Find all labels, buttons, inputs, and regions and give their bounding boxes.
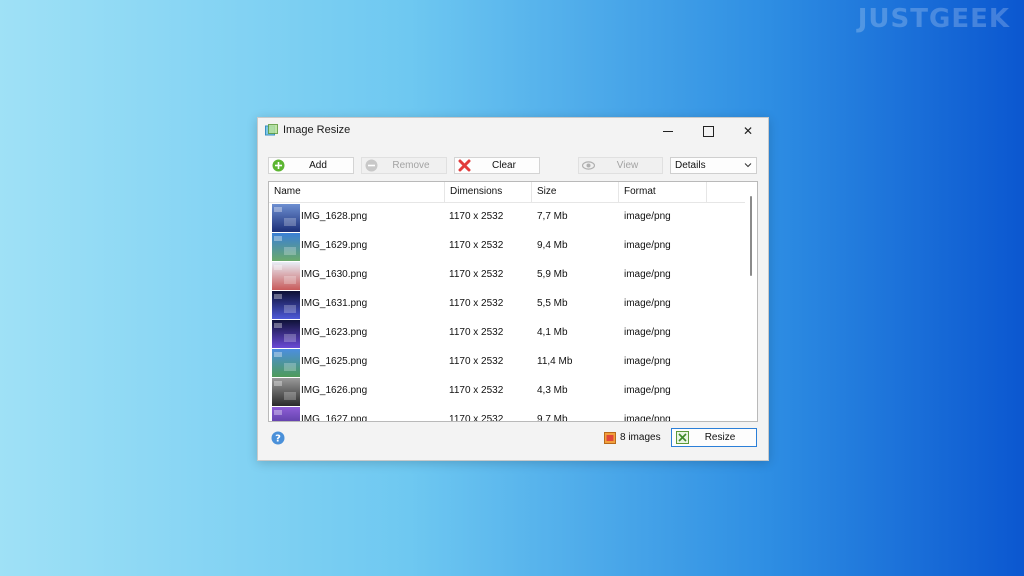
cell-size: 4,1 Mb [537, 327, 568, 338]
column-header-size[interactable]: Size [532, 182, 619, 202]
help-icon[interactable]: ? [271, 431, 285, 445]
column-header-name[interactable]: Name [269, 182, 445, 202]
cell-dimensions: 1170 x 2532 [449, 211, 504, 222]
cell-size: 5,5 Mb [537, 298, 568, 309]
justgeek-watermark: JUSTGEEK [857, 4, 1010, 34]
clear-button[interactable]: Clear [454, 157, 540, 174]
window-title: Image Resize [283, 124, 351, 136]
maximize-icon [702, 126, 714, 138]
image-stack-icon [604, 432, 616, 444]
cell-dimensions: 1170 x 2532 [449, 385, 504, 396]
image-resize-window: Image Resize ✕ Add Remove Clear View Det… [257, 117, 769, 461]
cell-name: IMG_1623.png [301, 327, 368, 338]
cell-name: IMG_1626.png [301, 385, 368, 396]
cell-name: IMG_1630.png [301, 269, 368, 280]
image-thumbnail [272, 407, 300, 421]
table-row[interactable]: IMG_1630.png 1170 x 2532 5,9 Mb image/png [269, 261, 747, 290]
table-row[interactable]: IMG_1628.png 1170 x 2532 7,7 Mb image/png [269, 203, 747, 232]
cell-name: IMG_1631.png [301, 298, 368, 309]
chevron-down-icon [744, 163, 752, 168]
view-mode-value: Details [675, 160, 706, 171]
cell-name: IMG_1629.png [301, 240, 368, 251]
list-header: Name Dimensions Size Format [269, 182, 747, 203]
table-row[interactable]: IMG_1629.png 1170 x 2532 9,4 Mb image/png [269, 232, 747, 261]
clear-button-label: Clear [492, 160, 516, 171]
minimize-button[interactable] [648, 118, 688, 144]
app-icon [265, 124, 278, 136]
table-row[interactable]: IMG_1627.png 1170 x 2532 9,7 Mb image/png [269, 406, 747, 422]
cell-size: 9,4 Mb [537, 240, 568, 251]
image-thumbnail [272, 204, 300, 232]
cell-format: image/png [624, 385, 671, 396]
cell-format: image/png [624, 327, 671, 338]
cell-name: IMG_1625.png [301, 356, 368, 367]
image-thumbnail [272, 349, 300, 377]
cell-format: image/png [624, 269, 671, 280]
close-button[interactable]: ✕ [728, 118, 768, 144]
image-count-label: 8 images [620, 432, 661, 443]
column-header-format[interactable]: Format [619, 182, 707, 202]
remove-button[interactable]: Remove [361, 157, 447, 174]
cell-dimensions: 1170 x 2532 [449, 269, 504, 280]
cell-format: image/png [624, 240, 671, 251]
list-rows: IMG_1628.png 1170 x 2532 7,7 Mb image/png IM… [269, 203, 747, 422]
table-row[interactable]: IMG_1625.png 1170 x 2532 11,4 Mb image/png [269, 348, 747, 377]
image-thumbnail [272, 291, 300, 319]
cell-format: image/png [624, 414, 671, 422]
title-bar: Image Resize ✕ [258, 118, 768, 144]
close-icon: ✕ [742, 124, 754, 138]
cell-dimensions: 1170 x 2532 [449, 327, 504, 338]
cell-name: IMG_1627.png [301, 414, 368, 422]
image-thumbnail [272, 378, 300, 406]
vertical-scrollbar[interactable] [745, 182, 757, 421]
view-button[interactable]: View [578, 157, 663, 174]
scrollbar-thumb[interactable] [750, 196, 752, 276]
image-thumbnail [272, 262, 300, 290]
cell-size: 11,4 Mb [537, 356, 573, 367]
cell-dimensions: 1170 x 2532 [449, 240, 504, 251]
cell-format: image/png [624, 356, 671, 367]
view-mode-dropdown[interactable]: Details [670, 157, 757, 174]
column-header-dimensions[interactable]: Dimensions [445, 182, 532, 202]
cell-size: 9,7 Mb [537, 414, 568, 422]
maximize-button[interactable] [688, 118, 728, 144]
svg-text:?: ? [275, 434, 281, 445]
cell-size: 7,7 Mb [537, 211, 568, 222]
image-thumbnail [272, 320, 300, 348]
cell-name: IMG_1628.png [301, 211, 368, 222]
cell-dimensions: 1170 x 2532 [449, 414, 504, 422]
remove-button-label: Remove [392, 160, 430, 171]
cell-size: 4,3 Mb [537, 385, 568, 396]
view-button-label: View [616, 160, 639, 171]
resize-button-label: Resize [704, 432, 736, 443]
minimize-icon [663, 131, 673, 133]
cell-dimensions: 1170 x 2532 [449, 356, 504, 367]
image-thumbnail [272, 233, 300, 261]
table-row[interactable]: IMG_1631.png 1170 x 2532 5,5 Mb image/png [269, 290, 747, 319]
cell-dimensions: 1170 x 2532 [449, 298, 504, 309]
cell-size: 5,9 Mb [537, 269, 568, 280]
resize-button[interactable]: Resize [671, 428, 757, 447]
image-list[interactable]: Name Dimensions Size Format IMG_1628.png… [268, 181, 758, 422]
cell-format: image/png [624, 298, 671, 309]
add-button-label: Add [309, 160, 327, 171]
table-row[interactable]: IMG_1623.png 1170 x 2532 4,1 Mb image/png [269, 319, 747, 348]
table-row[interactable]: IMG_1626.png 1170 x 2532 4,3 Mb image/png [269, 377, 747, 406]
cell-format: image/png [624, 211, 671, 222]
add-button[interactable]: Add [268, 157, 354, 174]
